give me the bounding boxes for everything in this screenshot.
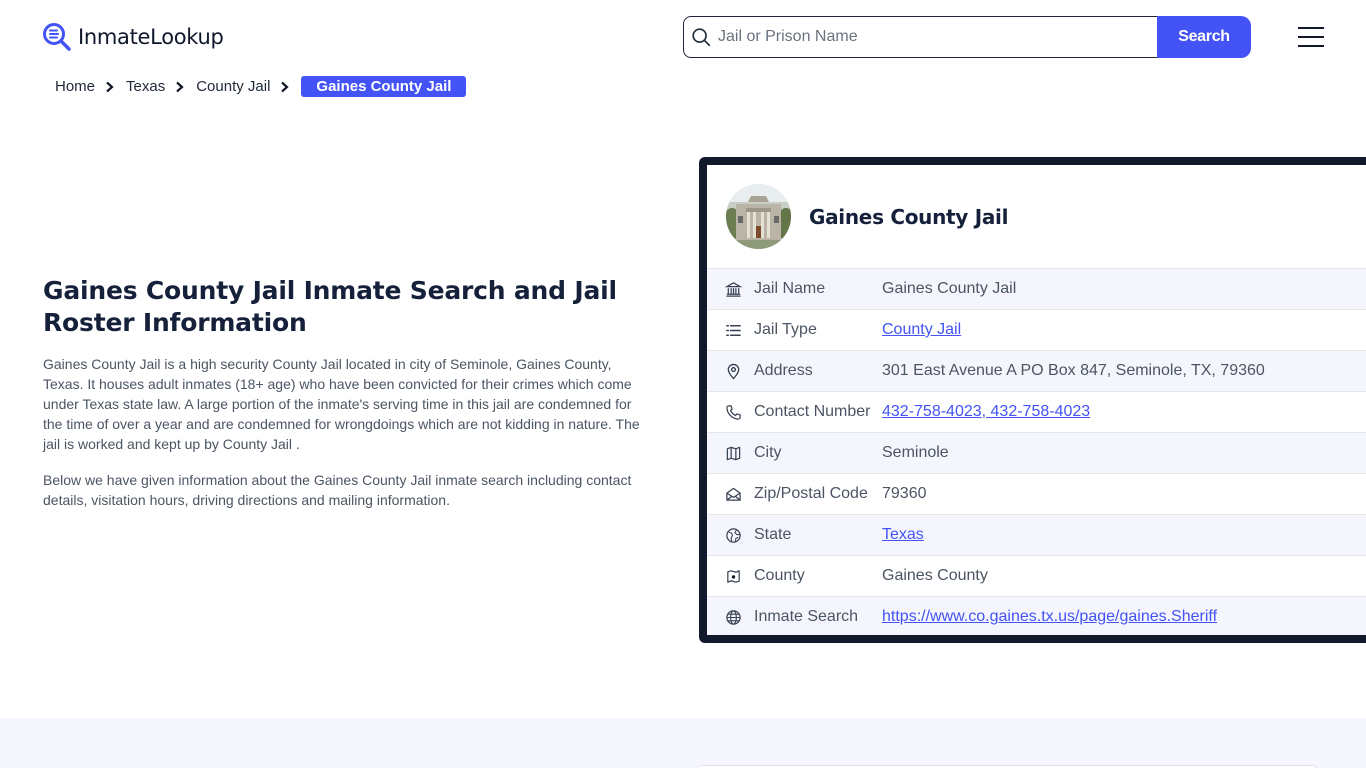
menu-bar [1298, 45, 1324, 47]
menu-bar [1298, 36, 1324, 38]
info-row-jail-type: Jail Type County Jail [707, 309, 1366, 350]
envelope-open-icon [724, 485, 742, 503]
search-field[interactable] [683, 16, 1157, 58]
info-label: Contact Number [754, 403, 871, 420]
card-header: Gaines County Jail [707, 165, 1366, 268]
magnifier-logo-icon [43, 23, 71, 51]
info-value: Seminole [882, 444, 949, 461]
globe-region-icon [724, 526, 742, 544]
info-label: City [754, 444, 782, 461]
jail-info-card-body: Gaines County Jail Jail Name Gaines Coun… [707, 165, 1366, 635]
info-label: Inmate Search [754, 608, 859, 625]
info-value: 79360 [882, 485, 927, 502]
jail-info-card: Gaines County Jail Jail Name Gaines Coun… [699, 157, 1366, 643]
info-row-address: Address 301 East Avenue A PO Box 847, Se… [707, 350, 1366, 391]
info-value: Gaines County Jail [882, 280, 1017, 297]
info-label: Jail Name [754, 280, 826, 297]
info-row-zip: Zip/Postal Code 79360 [707, 473, 1366, 514]
info-label: County [754, 567, 805, 584]
breadcrumb-home[interactable]: Home [55, 78, 95, 95]
logo-text: InmateLookup [78, 25, 224, 49]
breadcrumb: Home Texas County Jail Gaines County Jai… [55, 76, 467, 97]
chevron-right-icon [106, 81, 114, 92]
jail-type-link[interactable]: County Jail [882, 321, 961, 339]
map-icon [724, 444, 742, 462]
description-paragraph: Gaines County Jail is a high security Co… [43, 356, 640, 452]
map-marker-square-icon [724, 567, 742, 585]
menu-bar [1298, 27, 1324, 29]
jail-photo [726, 184, 791, 249]
info-row-jail-name: Jail Name Gaines County Jail [707, 268, 1366, 309]
search-input[interactable] [718, 28, 1138, 46]
hamburger-menu-icon[interactable] [1298, 27, 1324, 47]
inmate-search-link[interactable]: https://www.co.gaines.tx.us/page/gaines.… [882, 608, 1217, 626]
chevron-right-icon [176, 81, 184, 92]
breadcrumb-current: Gaines County Jail [301, 76, 467, 97]
info-label: State [754, 526, 792, 543]
info-label: Zip/Postal Code [754, 485, 868, 502]
breadcrumb-texas[interactable]: Texas [126, 78, 165, 95]
phone-icon [724, 403, 742, 421]
list-icon [724, 321, 742, 339]
info-row-county: County Gaines County [707, 555, 1366, 596]
info-value: 301 East Avenue A PO Box 847, Seminole, … [882, 362, 1265, 379]
description-paragraph: Below we have given information about th… [43, 472, 632, 508]
info-value: Gaines County [882, 567, 988, 584]
contact-number-link[interactable]: 432-758-4023, 432-758-4023 [882, 403, 1090, 421]
globe-icon [724, 608, 742, 626]
info-row-city: City Seminole [707, 432, 1366, 473]
info-row-state: State Texas [707, 514, 1366, 555]
chevron-right-icon [281, 81, 290, 92]
search-icon [692, 28, 711, 47]
map-pin-icon [724, 362, 742, 380]
page-title: Gaines County Jail Inmate Search and Jai… [43, 276, 617, 337]
breadcrumb-county-jail[interactable]: County Jail [196, 78, 270, 95]
state-link[interactable]: Texas [882, 526, 924, 544]
building-columns-icon [724, 280, 742, 298]
info-row-inmate-search: Inmate Search https://www.co.gaines.tx.u… [707, 596, 1366, 635]
site-logo[interactable]: InmateLookup [42, 22, 224, 52]
search-form: Search [683, 16, 1251, 58]
card-title: Gaines County Jail [809, 204, 1009, 229]
info-label: Jail Type [754, 321, 817, 338]
search-button[interactable]: Search [1157, 16, 1251, 58]
info-label: Address [754, 362, 813, 379]
next-section-background [0, 718, 1366, 768]
info-row-contact-number: Contact Number 432-758-4023, 432-758-402… [707, 391, 1366, 432]
